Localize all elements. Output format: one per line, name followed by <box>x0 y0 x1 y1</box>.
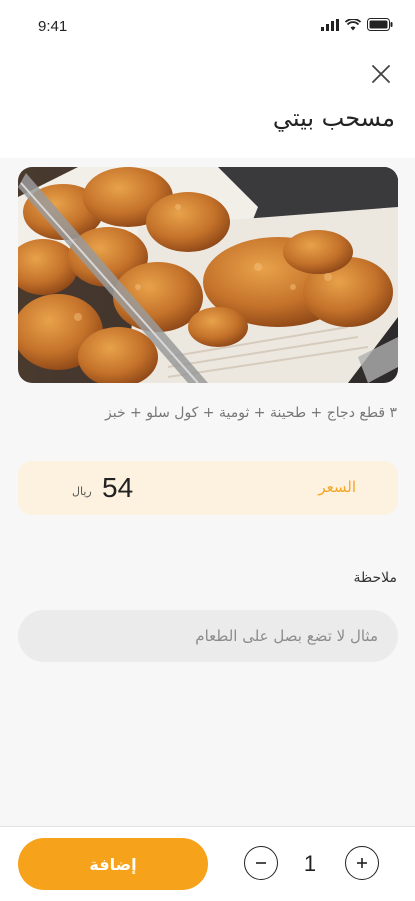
price-label: السعر <box>318 478 356 496</box>
status-time: 9:41 <box>38 18 68 35</box>
minus-icon <box>256 862 266 864</box>
close-button[interactable] <box>369 62 393 86</box>
note-label: ملاحظة <box>353 570 398 586</box>
footer: إضافة 1 <box>0 826 415 901</box>
price-card: السعر 54 ريال <box>18 461 398 515</box>
add-button[interactable]: إضافة <box>18 838 208 890</box>
item-description: ٣ قطع دجاج + طحينة + ثومية + كول سلو + خ… <box>105 405 397 421</box>
battery-icon <box>367 18 393 31</box>
status-icons <box>321 18 393 31</box>
wifi-icon <box>345 18 361 30</box>
close-icon <box>372 65 390 83</box>
plus-icon <box>357 858 367 868</box>
note-input[interactable] <box>18 610 398 662</box>
item-image <box>18 167 398 383</box>
quantity-value: 1 <box>303 851 317 876</box>
page-title: مسحب بيتي <box>272 104 395 132</box>
header: مسحب بيتي <box>0 52 415 158</box>
fried-chicken-image <box>18 167 398 383</box>
price-currency: ريال <box>72 485 92 498</box>
increase-quantity-button[interactable] <box>345 846 379 880</box>
decrease-quantity-button[interactable] <box>244 846 278 880</box>
price-value: 54 <box>102 472 134 503</box>
signal-icon <box>321 18 339 31</box>
status-bar: 9:41 <box>0 0 415 52</box>
